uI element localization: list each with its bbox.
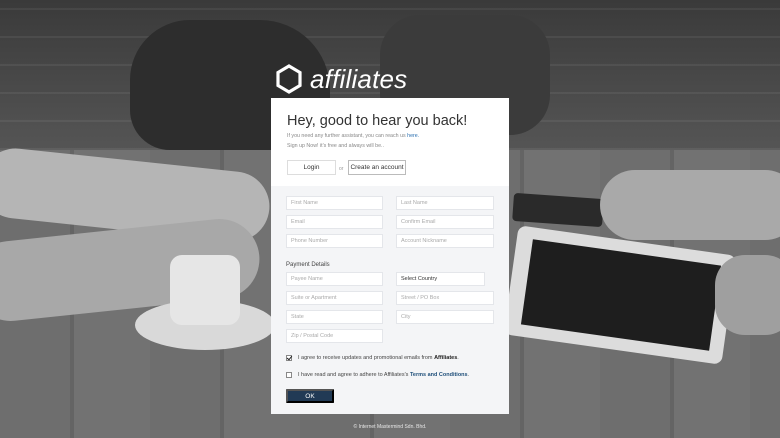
email-field[interactable]: Email [286, 215, 383, 229]
help-text-prefix: If you need any further assistant, you c… [287, 133, 406, 139]
city-field[interactable]: City [396, 310, 494, 324]
terms-checkbox[interactable] [286, 372, 292, 378]
payee-field[interactable]: Payee Name [286, 272, 383, 286]
country-select[interactable]: Select Country [396, 272, 485, 286]
terms-label: I have read and agree to adhere to Affil… [298, 372, 469, 378]
background-cup [170, 255, 240, 325]
promo-brand: Affiliates [434, 355, 458, 361]
promo-checkbox[interactable] [286, 355, 292, 361]
ok-button[interactable]: OK [286, 389, 334, 403]
terms-end: . [467, 372, 470, 378]
create-account-button[interactable]: Create an account [348, 160, 406, 175]
help-text: If you need any further assistant, you c… [287, 133, 419, 139]
brand-name: affiliates [310, 63, 408, 94]
promo-label: I agree to receive updates and promotion… [298, 355, 459, 361]
or-separator: or [339, 166, 344, 172]
brand-logo: affiliates [276, 64, 407, 94]
first-name-field[interactable]: First Name [286, 196, 383, 210]
hexagon-outline-icon [276, 64, 302, 94]
suite-field[interactable]: Suite or Apartment [286, 291, 383, 305]
terms-text: I have read and agree to adhere to Affil… [298, 372, 409, 378]
zip-field[interactable]: Zip / Postal Code [286, 329, 383, 343]
login-button[interactable]: Login [287, 160, 336, 175]
signup-tagline: Sign up Now! it's free and always will b… [287, 143, 384, 149]
promo-text: I agree to receive updates and promotion… [298, 355, 433, 361]
phone-field[interactable]: Phone Number [286, 234, 383, 248]
street-field[interactable]: Street / PO Box [396, 291, 494, 305]
nickname-field[interactable]: Account Nickname [396, 234, 494, 248]
page-title: Hey, good to hear you back! [287, 113, 468, 129]
last-name-field[interactable]: Last Name [396, 196, 494, 210]
state-field[interactable]: State [286, 310, 383, 324]
promo-end: . [457, 355, 459, 361]
payment-section-label: Payment Details [286, 262, 330, 268]
help-link[interactable]: here. [407, 133, 419, 139]
terms-link[interactable]: Terms and Conditions [410, 372, 468, 378]
background-hand [600, 170, 780, 240]
background-hand-2 [715, 255, 780, 335]
panel-header: Hey, good to hear you back! If you need … [271, 98, 509, 186]
confirm-email-field[interactable]: Confirm Email [396, 215, 494, 229]
signup-panel: Hey, good to hear you back! If you need … [271, 98, 509, 414]
footer-copyright: © Internet Mastermind Sdn. Bhd. [353, 424, 427, 430]
